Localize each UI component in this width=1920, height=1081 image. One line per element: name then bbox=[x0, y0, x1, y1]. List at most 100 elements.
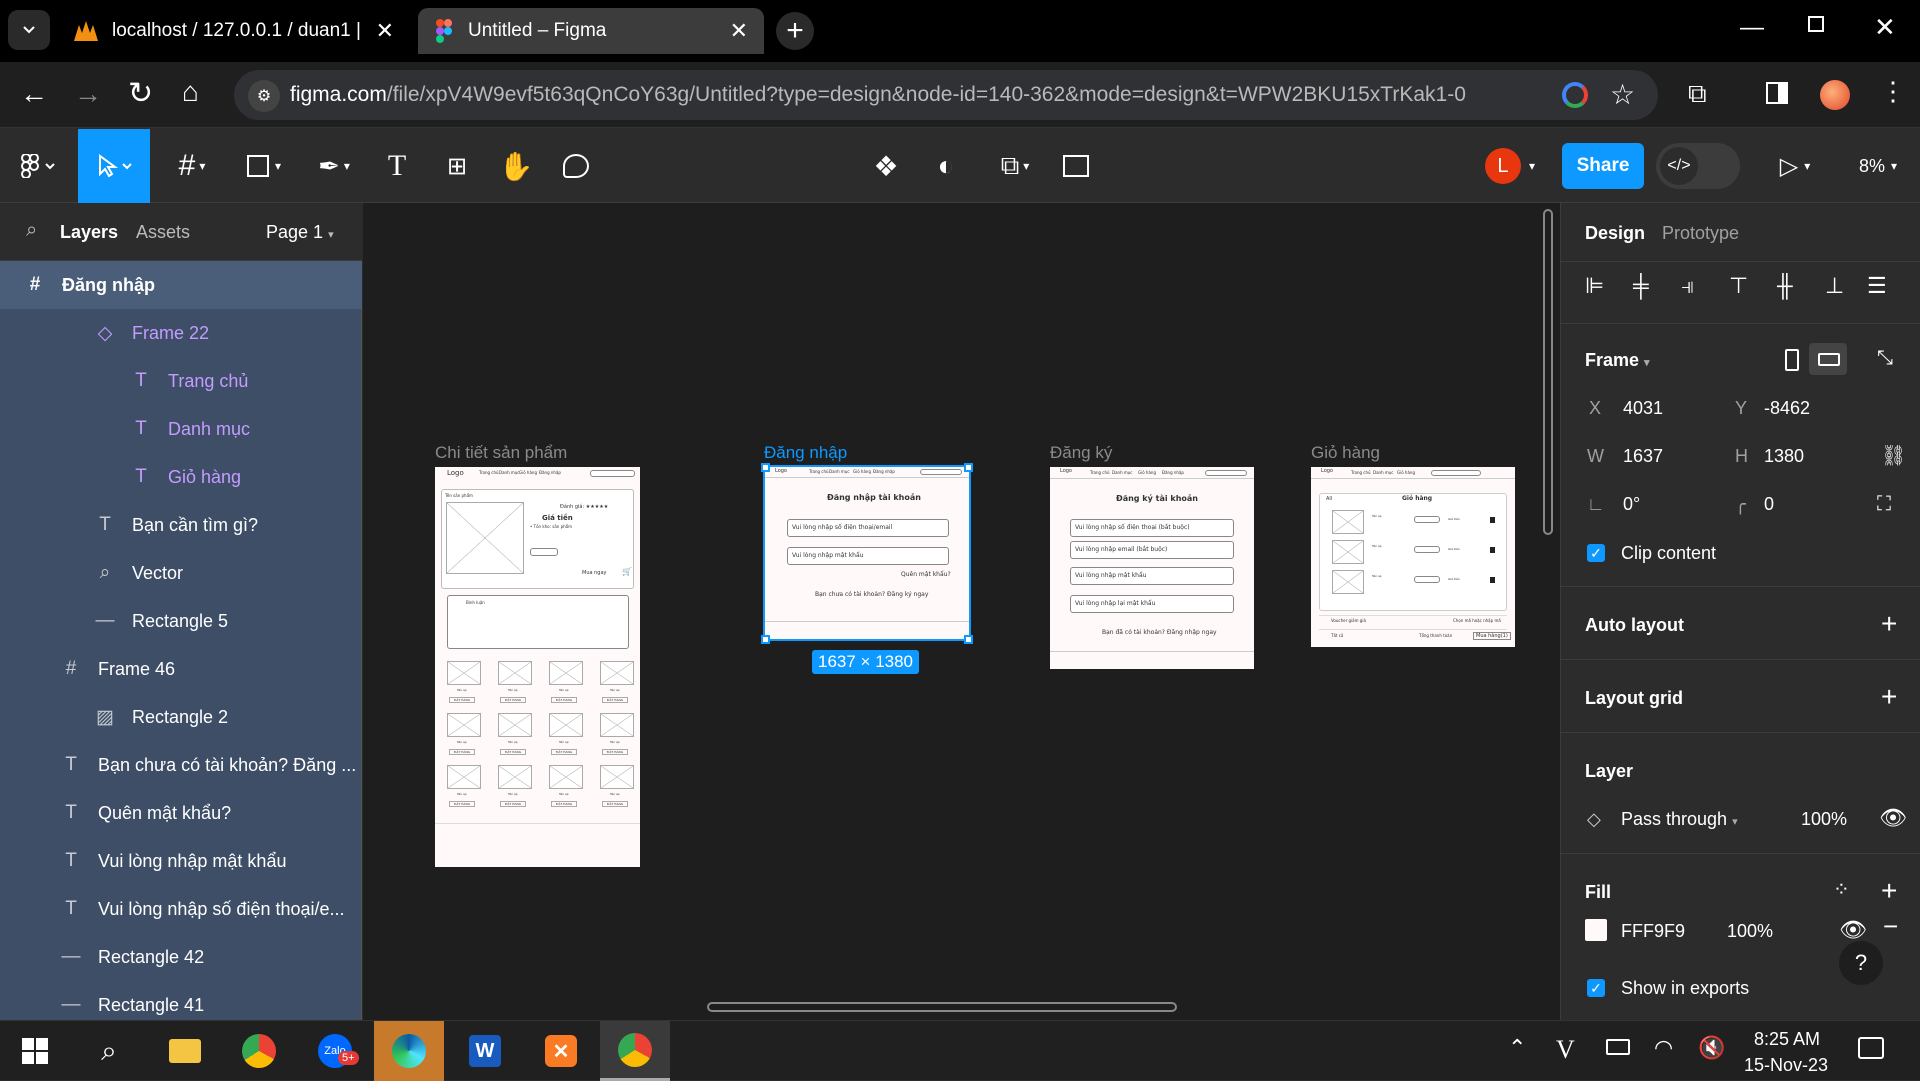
layer-item[interactable]: T Quên mật khẩu? bbox=[0, 789, 362, 837]
resources-tool[interactable]: ⊞ bbox=[438, 129, 476, 203]
text-tool[interactable]: T bbox=[378, 129, 416, 203]
add-auto-layout-icon[interactable]: + bbox=[1881, 608, 1897, 640]
tab-search-button[interactable] bbox=[8, 10, 50, 50]
share-button[interactable]: Share bbox=[1562, 143, 1644, 189]
resize-handle-tr[interactable] bbox=[964, 463, 973, 472]
layer-item[interactable]: T Vui lòng nhập số điện thoại/e... bbox=[0, 885, 362, 933]
remove-fill-icon[interactable]: − bbox=[1883, 911, 1898, 942]
comment-tool[interactable] bbox=[556, 129, 596, 203]
shape-tool[interactable]: ▾ bbox=[238, 129, 290, 203]
new-tab-button[interactable]: + bbox=[776, 12, 814, 50]
layer-item[interactable]: T Bạn cần tìm gì? bbox=[0, 501, 362, 549]
style-grid-icon[interactable]: ⁘ bbox=[1833, 877, 1850, 902]
chevron-up-icon[interactable]: ⌃ bbox=[1508, 1035, 1526, 1061]
edge-app[interactable] bbox=[374, 1021, 444, 1081]
corner-radius-field[interactable]: 0 bbox=[1764, 494, 1774, 515]
side-panel-icon[interactable] bbox=[1766, 82, 1788, 104]
frame-dang-nhap[interactable]: Logo Trang chủ Danh mục Giỏ hàng Đăng nh… bbox=[763, 465, 971, 641]
forward-icon[interactable]: → bbox=[74, 78, 102, 110]
site-info-icon[interactable]: ⚙ bbox=[248, 80, 280, 112]
file-explorer-app[interactable] bbox=[150, 1021, 220, 1081]
home-icon[interactable]: ⌂ bbox=[182, 76, 199, 108]
start-button[interactable] bbox=[0, 1021, 70, 1081]
layer-item[interactable]: — Rectangle 5 bbox=[0, 597, 362, 645]
profile-avatar[interactable] bbox=[1820, 80, 1850, 110]
close-window-icon[interactable]: ✕ bbox=[1874, 12, 1896, 43]
align-bottom-icon[interactable]: ⊥ bbox=[1825, 273, 1844, 299]
layer-item[interactable]: ⌕ Vector bbox=[0, 549, 362, 597]
align-center-h-icon[interactable]: ╪ bbox=[1633, 273, 1649, 299]
notification-center-icon[interactable] bbox=[1858, 1037, 1884, 1059]
layer-opacity-field[interactable]: 100% bbox=[1801, 809, 1847, 830]
align-left-icon[interactable]: ⊫ bbox=[1585, 273, 1604, 299]
portrait-icon[interactable] bbox=[1785, 349, 1799, 371]
extensions-icon[interactable]: ⧉ bbox=[1688, 78, 1707, 110]
layer-item[interactable]: # Đăng nhập bbox=[0, 261, 362, 309]
width-field[interactable]: 1637 bbox=[1623, 446, 1663, 467]
chrome-profile-app[interactable] bbox=[600, 1021, 670, 1081]
fill-hex-field[interactable]: FFF9F9 bbox=[1621, 921, 1685, 942]
xampp-app[interactable]: ✕ bbox=[526, 1021, 596, 1081]
fill-swatch[interactable] bbox=[1585, 919, 1607, 941]
show-in-exports-checkbox[interactable]: ✓ bbox=[1587, 979, 1605, 997]
main-menu-button[interactable] bbox=[12, 129, 64, 203]
height-field[interactable]: 1380 bbox=[1764, 446, 1804, 467]
menu-icon[interactable]: ⋮ bbox=[1880, 76, 1906, 107]
pen-tool[interactable]: ✒ ▾ bbox=[308, 129, 360, 203]
horizontal-scrollbar[interactable] bbox=[707, 1002, 1177, 1012]
frame-label[interactable]: Giỏ hàng bbox=[1311, 443, 1380, 463]
hand-tool[interactable]: ✋ bbox=[496, 129, 536, 203]
dev-mode-toggle[interactable]: </> bbox=[1656, 143, 1740, 189]
tab-assets[interactable]: Assets bbox=[136, 222, 190, 243]
layer-item[interactable]: ▨ Rectangle 2 bbox=[0, 693, 362, 741]
fill-visibility-icon[interactable]: 👁 bbox=[1839, 917, 1867, 943]
add-layout-grid-icon[interactable]: + bbox=[1881, 681, 1897, 713]
battery-icon[interactable] bbox=[1606, 1039, 1630, 1055]
zoom-menu[interactable]: 8% ▾ bbox=[1846, 129, 1910, 203]
close-icon[interactable]: ✕ bbox=[730, 18, 748, 44]
create-component-button[interactable]: ❖ bbox=[866, 129, 906, 203]
resize-to-fit-icon[interactable]: ⤡ bbox=[1877, 347, 1893, 370]
x-field[interactable]: 4031 bbox=[1623, 398, 1663, 419]
frame-label[interactable]: Đăng ký bbox=[1050, 443, 1112, 463]
volume-muted-icon[interactable]: 🔇 bbox=[1698, 1035, 1725, 1061]
frame-label-selected[interactable]: Đăng nhập bbox=[764, 443, 847, 463]
frame-chi-tiet-san-pham[interactable]: Logo Trang chủ Danh mục Giỏ hàng Đăng nh… bbox=[435, 467, 640, 867]
layer-item[interactable]: T Vui lòng nhập mật khẩu bbox=[0, 837, 362, 885]
reload-icon[interactable]: ↻ bbox=[128, 76, 153, 111]
blend-mode-select[interactable]: Pass through ▾ bbox=[1621, 809, 1738, 830]
align-top-icon[interactable]: ⊤ bbox=[1729, 273, 1748, 299]
word-app[interactable]: W bbox=[450, 1021, 520, 1081]
page-selector[interactable]: Page 1 ▾ bbox=[266, 222, 334, 243]
layer-item[interactable]: ◇ Frame 22 bbox=[0, 309, 362, 357]
move-tool[interactable] bbox=[78, 129, 150, 203]
layer-item[interactable]: — Rectangle 42 bbox=[0, 933, 362, 981]
tab-prototype[interactable]: Prototype bbox=[1662, 223, 1739, 244]
resize-handle-br[interactable] bbox=[964, 635, 973, 644]
resize-handle-tl[interactable] bbox=[761, 463, 770, 472]
boolean-button[interactable]: ⧉ ▾ bbox=[990, 129, 1040, 203]
layer-item[interactable]: T Giỏ hàng bbox=[0, 453, 362, 501]
help-button[interactable]: ? bbox=[1839, 941, 1883, 985]
frame-section-title[interactable]: Frame ▾ bbox=[1585, 350, 1650, 371]
tray-v-icon[interactable]: V bbox=[1556, 1035, 1575, 1065]
y-field[interactable]: -8462 bbox=[1764, 398, 1810, 419]
mask-button[interactable]: ◐ bbox=[926, 129, 966, 203]
crop-button[interactable] bbox=[1056, 129, 1096, 203]
layer-item[interactable]: T Danh mục bbox=[0, 405, 362, 453]
visibility-eye-icon[interactable]: 👁 bbox=[1879, 805, 1907, 831]
resize-handle-bl[interactable] bbox=[761, 635, 770, 644]
bookmark-star-icon[interactable]: ☆ bbox=[1610, 78, 1635, 111]
frame-dang-ky[interactable]: Logo Trang chủ Danh mục Giỏ hàng Đăng nh… bbox=[1050, 467, 1254, 669]
back-icon[interactable]: ← bbox=[20, 78, 48, 110]
design-canvas[interactable]: Chi tiết sản phẩm Logo Trang chủ Danh mụ… bbox=[363, 203, 1560, 1020]
chrome-app[interactable] bbox=[224, 1021, 294, 1081]
rotation-field[interactable]: 0° bbox=[1623, 494, 1640, 515]
tab-figma[interactable]: Untitled – Figma ✕ bbox=[418, 8, 764, 54]
restore-icon[interactable] bbox=[1808, 16, 1824, 32]
close-icon[interactable]: ✕ bbox=[376, 18, 394, 44]
zalo-app[interactable]: Zalo 5+ bbox=[300, 1021, 370, 1081]
address-bar[interactable]: ⚙ figma.com/file/xpV4W9evf5t63qQnCoY63g/… bbox=[234, 70, 1658, 120]
clock-date[interactable]: 15-Nov-23 bbox=[1744, 1055, 1828, 1076]
constrain-proportions-icon[interactable]: ⛓ bbox=[1881, 443, 1906, 468]
